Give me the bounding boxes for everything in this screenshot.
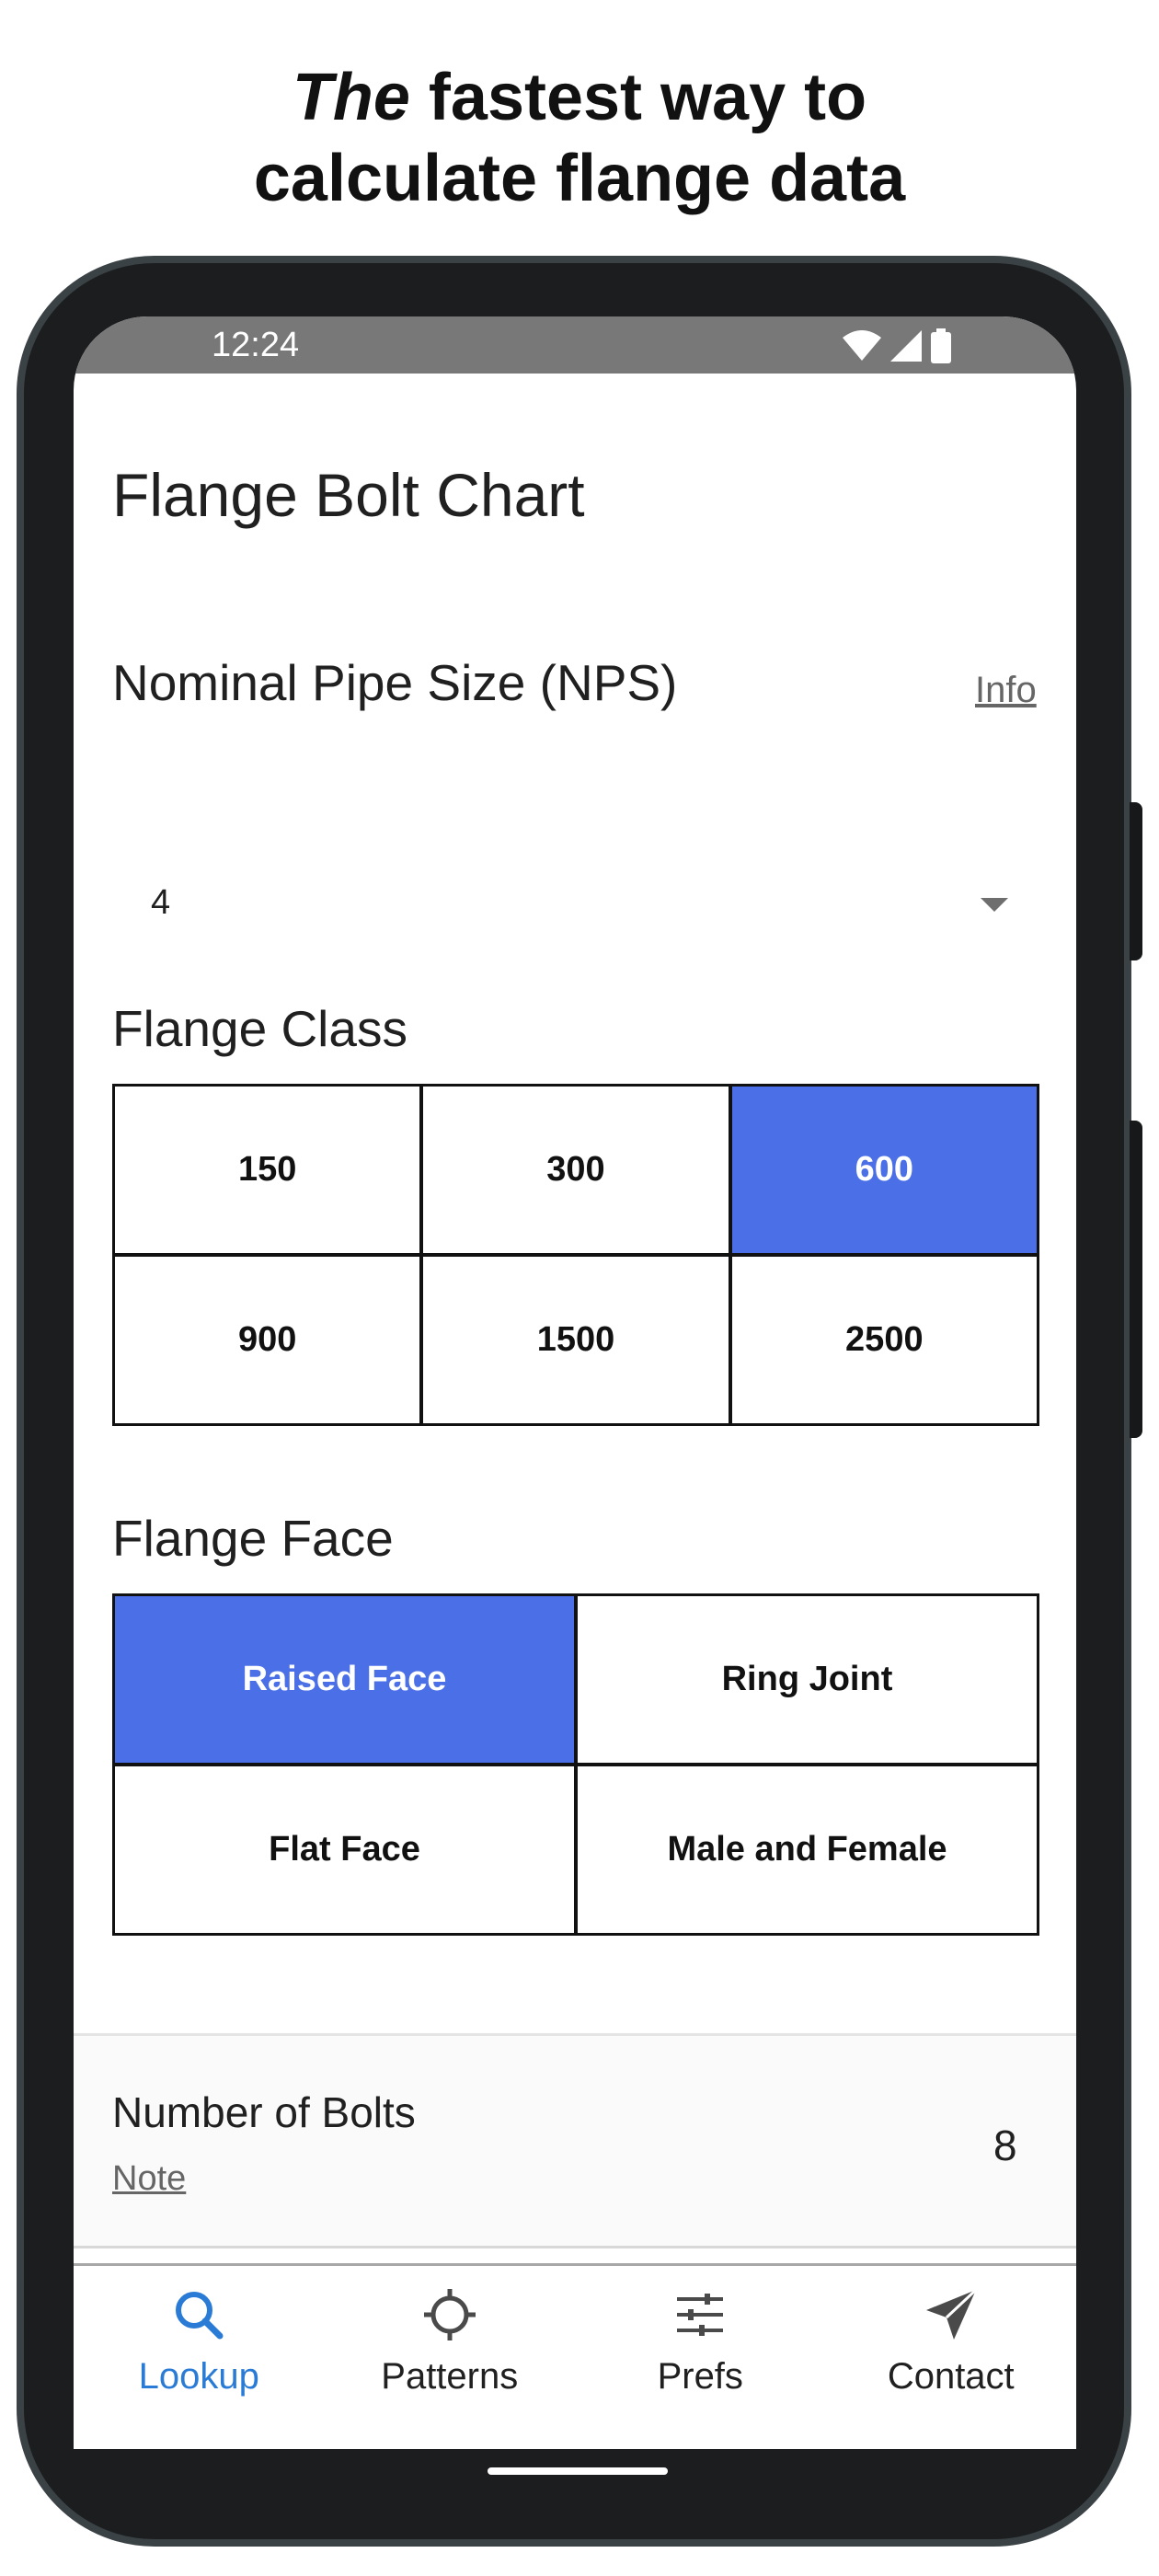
face-option-ring-joint[interactable]: Ring Joint [578,1596,1037,1763]
bolts-value: 8 [993,2122,1017,2169]
app-content: Flange Bolt Chart Nominal Pipe Size (NPS… [74,0,1076,2576]
face-option-flat-face[interactable]: Flat Face [115,1766,574,1933]
class-option-300[interactable]: 300 [423,1087,729,1253]
chevron-down-icon [981,898,1008,912]
flange-class-label: Flange Class [112,1000,407,1057]
nav-label-contact: Contact [887,2356,1015,2397]
home-indicator[interactable] [488,2467,668,2475]
bolts-label: Number of Bolts [112,2088,416,2136]
nav-item-contact[interactable]: Contact [826,2266,1077,2449]
flange-class-grid: 150 300 600 900 1500 2500 [112,1084,1039,1426]
send-icon [925,2288,977,2340]
sliders-icon [677,2294,724,2336]
phone-power-button [1130,802,1142,960]
result-divider-bottom [74,2246,1076,2248]
nps-dropdown[interactable]: 4 [112,872,1039,946]
bottom-nav: Lookup Patterns Prefs Contact [74,2263,1076,2449]
phone-volume-button [1130,1121,1142,1438]
result-row-bolts: Number of Bolts Note 8 [74,2036,1076,2246]
nav-item-lookup[interactable]: Lookup [74,2266,325,2449]
class-option-600[interactable]: 600 [731,1087,1037,1253]
nav-label-patterns: Patterns [381,2356,519,2397]
nav-item-prefs[interactable]: Prefs [575,2266,826,2449]
crosshair-icon [423,2289,476,2340]
class-option-1500[interactable]: 1500 [423,1257,729,1423]
nav-label-prefs: Prefs [657,2356,743,2397]
class-option-900[interactable]: 900 [115,1257,420,1423]
flange-face-label: Flange Face [112,1510,394,1567]
nav-item-patterns[interactable]: Patterns [325,2266,576,2449]
face-option-male-and-female[interactable]: Male and Female [578,1766,1037,1933]
face-option-raised-face[interactable]: Raised Face [115,1596,574,1763]
nps-info-link[interactable]: Info [975,670,1037,711]
nav-label-lookup: Lookup [138,2356,259,2397]
nps-selected-value: 4 [151,883,171,922]
nps-label: Nominal Pipe Size (NPS) [112,654,678,711]
page-title: Flange Bolt Chart [112,461,585,529]
class-option-150[interactable]: 150 [115,1087,420,1253]
class-option-2500[interactable]: 2500 [731,1257,1037,1423]
flange-face-grid: Raised Face Ring Joint Flat Face Male an… [112,1593,1039,1936]
search-icon [176,2292,224,2340]
bolts-note-link[interactable]: Note [112,2159,186,2199]
